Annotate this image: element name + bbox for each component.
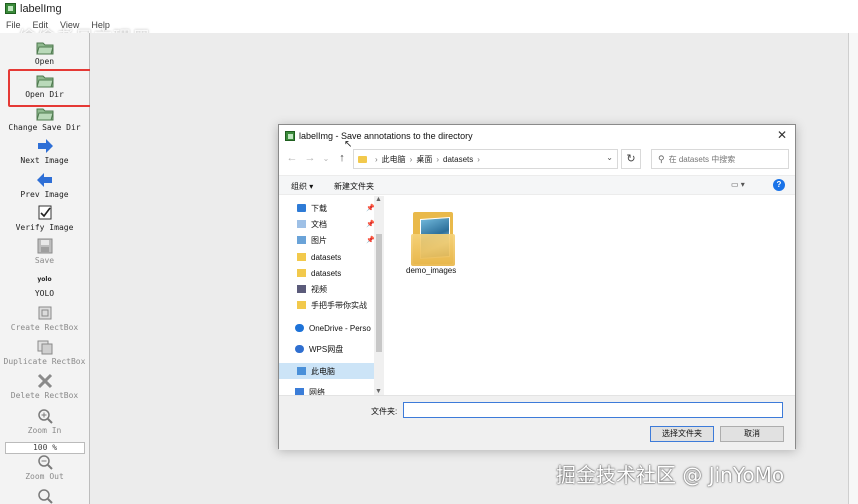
folder-icon <box>297 269 306 277</box>
demo-images-folder-label[interactable]: demo_images <box>406 266 456 275</box>
change-save-dir-button[interactable]: Change Save Dir <box>0 105 89 132</box>
picture-icon <box>297 236 306 244</box>
chevron-down-icon[interactable]: ▼ <box>375 388 382 395</box>
chevron-up-icon[interactable]: ▲ <box>375 196 382 203</box>
breadcrumb-datasets[interactable]: datasets <box>443 155 473 164</box>
save-disk-icon <box>36 238 54 254</box>
right-dock-edge <box>848 33 858 504</box>
nav-item-videos[interactable]: 视频 <box>297 281 375 297</box>
new-folder-button[interactable]: 新建文件夹 <box>334 181 374 192</box>
back-arrow-icon[interactable]: ← <box>285 152 299 164</box>
arrow-right-icon <box>36 138 54 154</box>
watermark-bottom: 掘金技术社区 @ JinYoMo <box>556 463 785 487</box>
help-icon[interactable]: ? <box>773 179 785 191</box>
duplicate-rectbox-button[interactable]: Duplicate RectBox <box>0 339 89 366</box>
arrow-left-icon <box>36 172 54 188</box>
nav-item-tutorial[interactable]: 手把手带你实战 <box>297 297 375 313</box>
open-button[interactable]: Open <box>0 39 89 66</box>
window-title: labelImg <box>20 2 62 15</box>
command-bar: 组织 ▾ 新建文件夹 ▭ ▾ ? <box>279 175 795 195</box>
nav-item-onedrive[interactable]: OneDrive - Perso <box>295 320 375 336</box>
select-directory-dialog: labelImg - Save annotations to the direc… <box>278 124 796 450</box>
folder-field-label: 文件夹: <box>371 407 398 416</box>
folder-icon <box>297 253 306 261</box>
create-rectbox-icon <box>36 305 54 321</box>
breadcrumb-this-pc[interactable]: 此电脑 <box>382 154 406 165</box>
fit-window-button[interactable] <box>0 488 89 504</box>
navigation-pane: 下载 📌 文档 📌 图片 📌 datasets datasets 视频 手把手带你实战 <box>279 196 385 397</box>
change-save-dir-icon <box>35 105 54 121</box>
checkbox-icon <box>36 205 54 221</box>
organize-menu[interactable]: 组织 ▾ <box>291 181 313 192</box>
zoom-level-spinbox[interactable]: 100 % <box>5 442 85 454</box>
prev-image-button[interactable]: Prev Image <box>0 172 89 199</box>
nav-item-this-pc[interactable]: 此电脑 <box>279 363 375 379</box>
chevron-right-icon: › <box>409 154 413 164</box>
folder-name-input[interactable] <box>403 402 783 418</box>
nav-item-documents[interactable]: 文档 📌 <box>297 216 375 232</box>
chevron-right-icon: › <box>436 154 440 164</box>
computer-icon <box>297 367 306 375</box>
duplicate-icon <box>36 339 54 355</box>
next-image-button[interactable]: Next Image <box>0 138 89 165</box>
cloud-icon <box>295 345 304 353</box>
nav-item-downloads[interactable]: 下载 📌 <box>297 200 375 216</box>
yolo-icon: yolo <box>37 275 52 283</box>
cancel-button[interactable]: 取消 <box>720 426 784 442</box>
verify-image-button[interactable]: Verify Image <box>0 205 89 232</box>
recent-chevron-icon[interactable]: ⌄ <box>319 154 333 163</box>
create-rectbox-button[interactable]: Create RectBox <box>0 305 89 332</box>
file-list-area[interactable] <box>385 196 795 395</box>
search-input[interactable]: ⚲ 在 datasets 中搜索 <box>651 149 789 169</box>
nav-item-datasets-2[interactable]: datasets <box>297 265 375 281</box>
labelimg-app-icon <box>5 3 16 14</box>
document-icon <box>297 220 306 228</box>
up-arrow-icon[interactable]: ↑ <box>335 152 349 164</box>
mouse-cursor-icon: ↖ <box>344 139 353 150</box>
window-titlebar: labelImg <box>0 0 858 17</box>
chevron-down-icon[interactable]: ⌄ <box>606 153 613 162</box>
magnifier-minus-icon <box>36 454 54 470</box>
address-bar[interactable]: › 此电脑 › 桌面 › datasets › ⌄ <box>353 149 618 169</box>
chevron-right-icon: › <box>477 154 480 164</box>
refresh-button[interactable]: ↻ <box>621 149 641 169</box>
yolo-format-button[interactable]: yolo YOLO <box>0 271 89 299</box>
cloud-icon <box>295 324 304 332</box>
view-options-icon[interactable]: ▭ ▾ <box>731 180 745 189</box>
delete-x-icon <box>36 373 54 389</box>
save-button[interactable]: Save <box>0 238 89 265</box>
address-row: ← → ⌄ ↑ › 此电脑 › 桌面 › datasets › ⌄ ↻ ⚲ 在 … <box>279 149 795 171</box>
video-icon <box>297 285 306 293</box>
zoom-out-button[interactable]: Zoom Out <box>0 454 89 481</box>
dialog-titlebar: labelImg - Save annotations to the direc… <box>279 125 795 147</box>
nav-pane-scrollbar[interactable]: ▲ ▼ <box>374 196 384 395</box>
breadcrumb-desktop[interactable]: 桌面 <box>416 154 432 165</box>
demo-images-folder-icon[interactable] <box>411 208 457 268</box>
nav-item-datasets-1[interactable]: datasets <box>297 249 375 265</box>
folder-icon <box>297 301 306 309</box>
scrollbar-thumb[interactable] <box>376 234 382 352</box>
dialog-close-button[interactable]: ✕ <box>775 128 789 142</box>
search-icon: ⚲ <box>658 153 665 164</box>
folder-icon <box>358 155 367 163</box>
magnifier-icon <box>36 488 54 504</box>
nav-item-pictures[interactable]: 图片 📌 <box>297 232 375 248</box>
dialog-bottom-bar: 文件夹: 选择文件夹 取消 <box>279 395 795 450</box>
labelimg-app-icon <box>285 131 295 141</box>
nav-item-wps-drive[interactable]: WPS网盘 <box>295 341 373 357</box>
forward-arrow-icon[interactable]: → <box>303 152 317 164</box>
chevron-right-icon: › <box>375 154 378 164</box>
download-icon <box>297 204 306 212</box>
select-folder-button[interactable]: 选择文件夹 <box>650 426 714 442</box>
delete-rectbox-button[interactable]: Delete RectBox <box>0 373 89 400</box>
open-folder-icon <box>35 39 54 55</box>
magnifier-plus-icon <box>36 408 54 424</box>
zoom-in-button[interactable]: Zoom In <box>0 408 89 435</box>
dialog-title: labelImg - Save annotations to the direc… <box>299 131 473 141</box>
search-placeholder: 在 datasets 中搜索 <box>668 154 736 164</box>
